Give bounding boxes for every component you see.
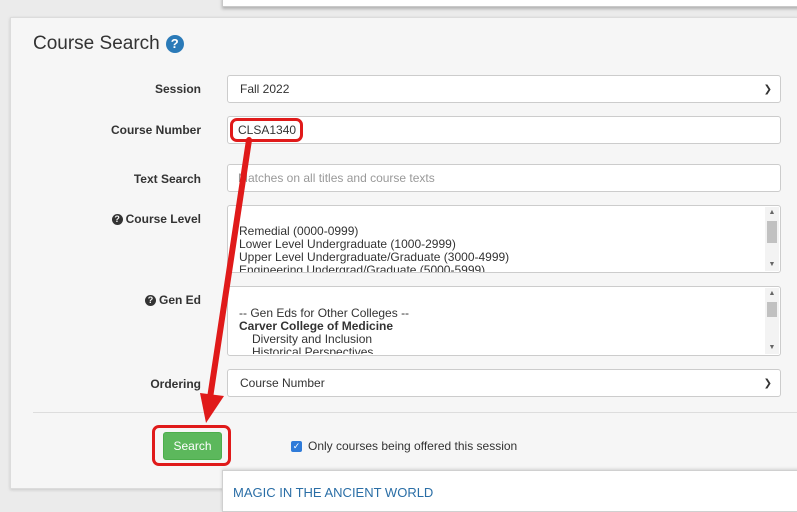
list-item[interactable]: Lower Level Undergraduate (1000-2999) — [239, 238, 762, 251]
checkmark-icon: ✓ — [292, 441, 301, 451]
scroll-up-icon[interactable]: ▲ — [765, 207, 779, 219]
list-item[interactable]: Remedial (0000-0999) — [239, 225, 762, 238]
list-item[interactable]: Diversity and Inclusion — [239, 333, 762, 346]
search-button-highlight — [152, 425, 231, 466]
session-value: Fall 2022 — [240, 82, 290, 96]
list-item[interactable]: Engineering Undergrad/Graduate (5000-599… — [239, 264, 762, 272]
page-title: Course Search ? — [33, 33, 184, 55]
scroll-down-icon[interactable]: ▼ — [765, 342, 779, 354]
course-level-options: Remedial (0000-0999) Lower Level Undergr… — [239, 225, 762, 272]
question-icon[interactable]: ? — [144, 295, 156, 306]
chevron-down-icon: ❯ — [763, 378, 772, 389]
question-icon[interactable]: ? — [111, 214, 123, 225]
text-search-label: Text Search — [133, 172, 201, 186]
gen-ed-options: -- Gen Eds for Other Colleges -- Carver … — [239, 307, 762, 354]
help-circle-icon[interactable]: ? — [165, 35, 184, 53]
only-offered-checkbox[interactable]: ✓ — [291, 441, 302, 452]
course-level-label: ? Course Level — [60, 212, 201, 226]
course-number-highlight — [230, 118, 303, 142]
text-search-placeholder: Matches on all titles and course texts — [238, 171, 435, 185]
result-card[interactable]: MAGIC IN THE ANCIENT WORLD — [222, 470, 797, 512]
chevron-down-icon: ❯ — [763, 84, 772, 95]
ordering-value: Course Number — [240, 376, 325, 390]
text-search-input[interactable]: Matches on all titles and course texts — [227, 164, 781, 192]
gen-ed-label-text: Gen Ed — [158, 293, 201, 307]
course-level-scrollbar[interactable]: ▲ ▼ — [765, 207, 779, 271]
list-item[interactable]: Upper Level Undergraduate/Graduate (3000… — [239, 251, 762, 264]
list-item[interactable]: Carver College of Medicine — [239, 320, 762, 333]
course-level-label-text: Course Level — [125, 212, 201, 226]
list-item[interactable]: -- Gen Eds for Other Colleges -- — [239, 307, 762, 320]
list-item[interactable]: Historical Perspectives — [239, 346, 762, 354]
only-offered-label[interactable]: Only courses being offered this session — [308, 439, 517, 453]
scroll-down-icon[interactable]: ▼ — [765, 259, 779, 271]
course-number-label: Course Number — [110, 123, 201, 137]
course-level-listbox[interactable]: Remedial (0000-0999) Lower Level Undergr… — [227, 205, 781, 273]
ordering-select[interactable]: Course Number ❯ — [227, 369, 781, 397]
gen-ed-listbox[interactable]: -- Gen Eds for Other Colleges -- Carver … — [227, 286, 781, 356]
background-result-card — [222, 0, 797, 7]
page-title-text: Course Search — [33, 33, 160, 54]
session-select[interactable]: Fall 2022 ❯ — [227, 75, 781, 103]
gen-ed-scrollbar[interactable]: ▲ ▼ — [765, 288, 779, 354]
result-title[interactable]: MAGIC IN THE ANCIENT WORLD — [233, 485, 433, 500]
gen-ed-label: ? Gen Ed — [60, 293, 201, 307]
scroll-up-icon[interactable]: ▲ — [765, 288, 779, 300]
divider — [33, 412, 797, 413]
scroll-thumb[interactable] — [767, 302, 777, 317]
ordering-label: Ordering — [150, 377, 201, 391]
session-label: Session — [154, 82, 201, 96]
scroll-thumb[interactable] — [767, 221, 777, 243]
course-number-input[interactable]: CLSA1340 — [227, 116, 781, 144]
